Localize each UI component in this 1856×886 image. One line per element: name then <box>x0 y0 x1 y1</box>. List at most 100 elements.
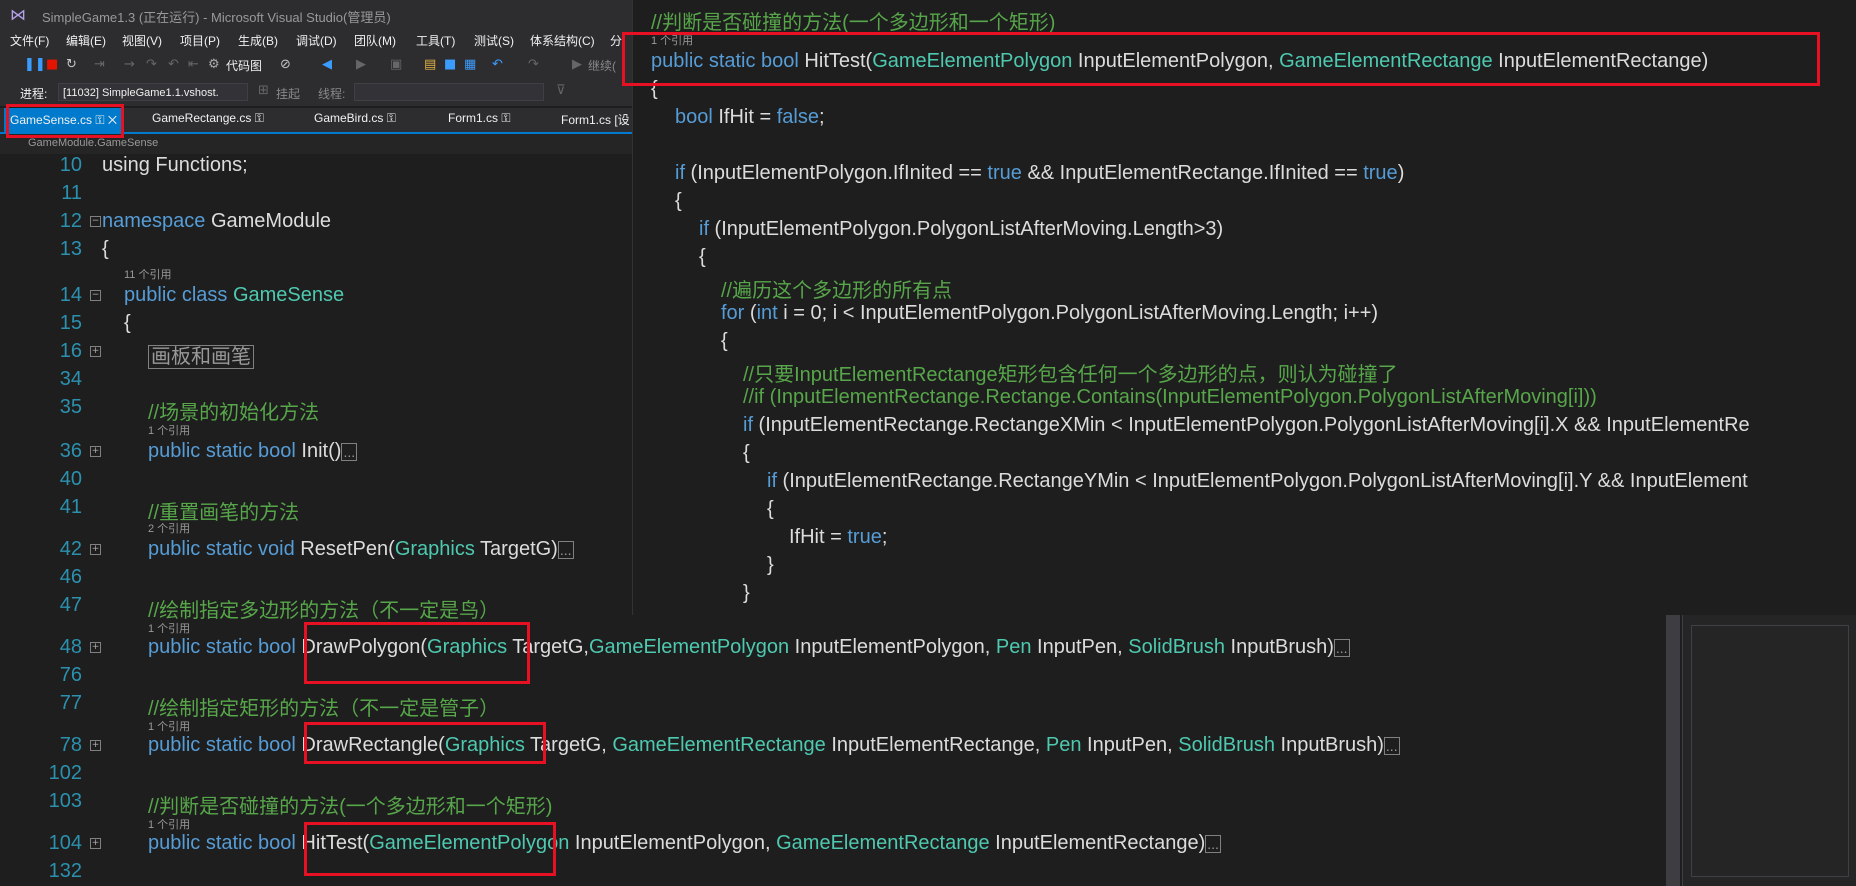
suspend-icon[interactable]: ⊞ <box>258 82 269 100</box>
reference-count[interactable]: 1 个引用 <box>148 718 190 734</box>
code-line[interactable]: public static void ResetPen(Graphics Tar… <box>148 538 574 561</box>
code-comment[interactable]: //if (InputElementRectange.Rectange.Cont… <box>743 386 1597 409</box>
tab-gamebird[interactable]: GameBird.cs ⚿ <box>314 111 396 126</box>
method-signature[interactable]: public static bool HitTest(GameElementPo… <box>651 50 1708 73</box>
code-line[interactable]: if (InputElementRectange.RectangeYMin < … <box>767 470 1748 493</box>
code-line[interactable]: if (InputElementPolygon.IfInited == true… <box>675 162 1404 185</box>
menu-team[interactable]: 团队(M) <box>354 32 396 49</box>
code-line[interactable]: { <box>767 498 774 521</box>
code-line[interactable]: { <box>102 238 109 261</box>
continue-icon[interactable]: ▶ <box>572 56 582 74</box>
step-over-icon[interactable]: ↷ <box>146 56 157 74</box>
code-line[interactable]: bool IfHit = false; <box>675 106 825 129</box>
collapse-icon[interactable]: − <box>90 216 101 227</box>
code-line[interactable]: { <box>699 246 706 269</box>
menu-tools[interactable]: 工具(T) <box>416 32 455 49</box>
code-line[interactable]: public static bool DrawRectangle(Graphic… <box>148 734 1400 757</box>
save-all-icon[interactable]: ▦ <box>464 56 476 74</box>
stop-icon[interactable]: ■ <box>46 56 58 74</box>
code-peek-popup[interactable]: //判断是否碰撞的方法(一个多边形和一个矩形) 1 个引用 public sta… <box>632 0 1856 615</box>
code-comment[interactable]: //判断是否碰撞的方法(一个多边形和一个矩形) <box>148 790 552 819</box>
code-line[interactable]: using Functions; <box>102 154 248 177</box>
navigate-forward-icon[interactable]: ▶ <box>356 56 366 74</box>
code-line[interactable]: public static bool DrawPolygon(Graphics … <box>148 636 1350 659</box>
menu-analyze[interactable]: 分 <box>610 32 622 49</box>
new-project-icon[interactable]: ▣ <box>390 56 402 74</box>
menu-test[interactable]: 测试(S) <box>474 32 514 49</box>
open-file-icon[interactable]: ▤ <box>424 56 436 74</box>
pause-icon[interactable]: ❚❚ <box>24 56 46 74</box>
collapsed-body[interactable]: ... <box>1333 639 1350 657</box>
undo-icon[interactable]: ↶ <box>492 56 503 74</box>
collapsed-body[interactable]: ... <box>341 443 358 461</box>
show-next-statement-icon[interactable]: ⇥ <box>94 56 105 74</box>
expand-icon[interactable]: + <box>90 838 101 849</box>
reference-count[interactable]: 1 个引用 <box>651 32 693 48</box>
expand-icon[interactable]: + <box>90 740 101 751</box>
reference-count[interactable]: 1 个引用 <box>148 620 190 636</box>
menu-build[interactable]: 生成(B) <box>238 32 278 49</box>
code-line[interactable]: { <box>721 330 728 353</box>
code-line[interactable]: { <box>675 190 682 213</box>
collapsed-body[interactable]: ... <box>1383 737 1400 755</box>
code-line[interactable]: { <box>743 442 750 465</box>
code-comment[interactable]: //遍历这个多边形的所有点 <box>721 274 952 303</box>
code-comment[interactable]: //只要InputElementRectange矩形包含任何一个多边形的点，则认… <box>743 358 1398 387</box>
code-line[interactable]: } <box>743 582 750 605</box>
menu-project[interactable]: 项目(P) <box>180 32 220 49</box>
code-map-icon[interactable]: ⚙ <box>208 56 220 74</box>
expand-icon[interactable]: + <box>90 544 101 555</box>
expand-icon[interactable]: + <box>90 642 101 653</box>
suspend-label[interactable]: 挂起 <box>276 85 300 102</box>
code-line[interactable]: public static bool Init()... <box>148 440 358 463</box>
menu-debug[interactable]: 调试(D) <box>296 32 337 49</box>
vertical-scrollbar[interactable] <box>1666 615 1680 886</box>
code-comment[interactable]: //绘制指定矩形的方法（不一定是管子） <box>148 692 499 721</box>
tab-gamesense[interactable]: GameSense.cs ⚿ ✕ <box>4 108 123 132</box>
tab-form1[interactable]: Form1.cs ⚿ <box>448 111 510 126</box>
menu-view[interactable]: 视图(V) <box>122 32 162 49</box>
reference-count[interactable]: 1 个引用 <box>148 816 190 832</box>
code-line[interactable]: for (int i = 0; i < InputElementPolygon.… <box>721 302 1378 325</box>
bookmark-icon[interactable]: ⊘ <box>280 56 291 74</box>
code-comment[interactable]: //判断是否碰撞的方法(一个多边形和一个矩形) <box>651 6 1055 35</box>
tab-gamerectange[interactable]: GameRectange.cs ⚿ <box>152 111 264 126</box>
code-line[interactable]: public static bool HitTest(GameElementPo… <box>148 832 1221 855</box>
code-line[interactable]: { <box>651 78 658 101</box>
restart-icon[interactable]: ↻ <box>66 56 77 74</box>
nav-path[interactable]: GameModule.GameSense <box>28 137 158 149</box>
redo-icon[interactable]: ↷ <box>528 56 539 74</box>
code-line[interactable]: 画板和画笔 <box>148 340 254 369</box>
code-line[interactable]: namespace GameModule <box>102 210 331 233</box>
code-line[interactable]: IfHit = true; <box>789 526 887 549</box>
thread-select[interactable] <box>354 83 544 101</box>
code-line[interactable]: public class GameSense <box>124 284 344 307</box>
collapsed-body[interactable]: ... <box>1205 835 1221 853</box>
code-comment[interactable]: //场景的初始化方法 <box>148 396 319 425</box>
reference-count[interactable]: 1 个引用 <box>148 422 190 438</box>
step-back-icon[interactable]: ⇤ <box>188 56 199 74</box>
collapsed-region[interactable]: 画板和画笔 <box>148 345 254 369</box>
expand-icon[interactable]: + <box>90 446 101 457</box>
code-line[interactable]: } <box>767 554 774 577</box>
code-comment[interactable]: //绘制指定多边形的方法（不一定是鸟） <box>148 594 499 623</box>
filter-icon[interactable]: ⊽ <box>556 82 566 100</box>
menu-file[interactable]: 文件(F) <box>10 32 49 49</box>
menu-edit[interactable]: 编辑(E) <box>66 32 106 49</box>
code-line[interactable]: if (InputElementRectange.RectangeXMin < … <box>743 414 1750 437</box>
navigate-back-icon[interactable]: ◀ <box>322 56 332 74</box>
collapsed-body[interactable]: ... <box>557 541 574 559</box>
tab-form1-designer[interactable]: Form1.cs [设 <box>561 111 630 128</box>
menu-architecture[interactable]: 体系结构(C) <box>530 32 595 49</box>
collapse-icon[interactable]: − <box>90 290 101 301</box>
process-select[interactable]: [11032] SimpleGame1.1.vshost. <box>58 83 248 101</box>
step-out-icon[interactable]: ↶ <box>168 56 179 74</box>
code-line[interactable]: if (InputElementPolygon.PolygonListAfter… <box>699 218 1223 241</box>
code-line[interactable]: { <box>124 312 131 335</box>
save-icon[interactable]: ■ <box>444 56 456 74</box>
reference-count[interactable]: 11 个引用 <box>124 266 171 282</box>
continue-label[interactable]: 继续( <box>588 57 616 74</box>
code-map-label[interactable]: 代码图 <box>226 57 262 74</box>
expand-icon[interactable]: + <box>90 346 101 357</box>
step-into-icon[interactable]: → <box>124 56 135 74</box>
